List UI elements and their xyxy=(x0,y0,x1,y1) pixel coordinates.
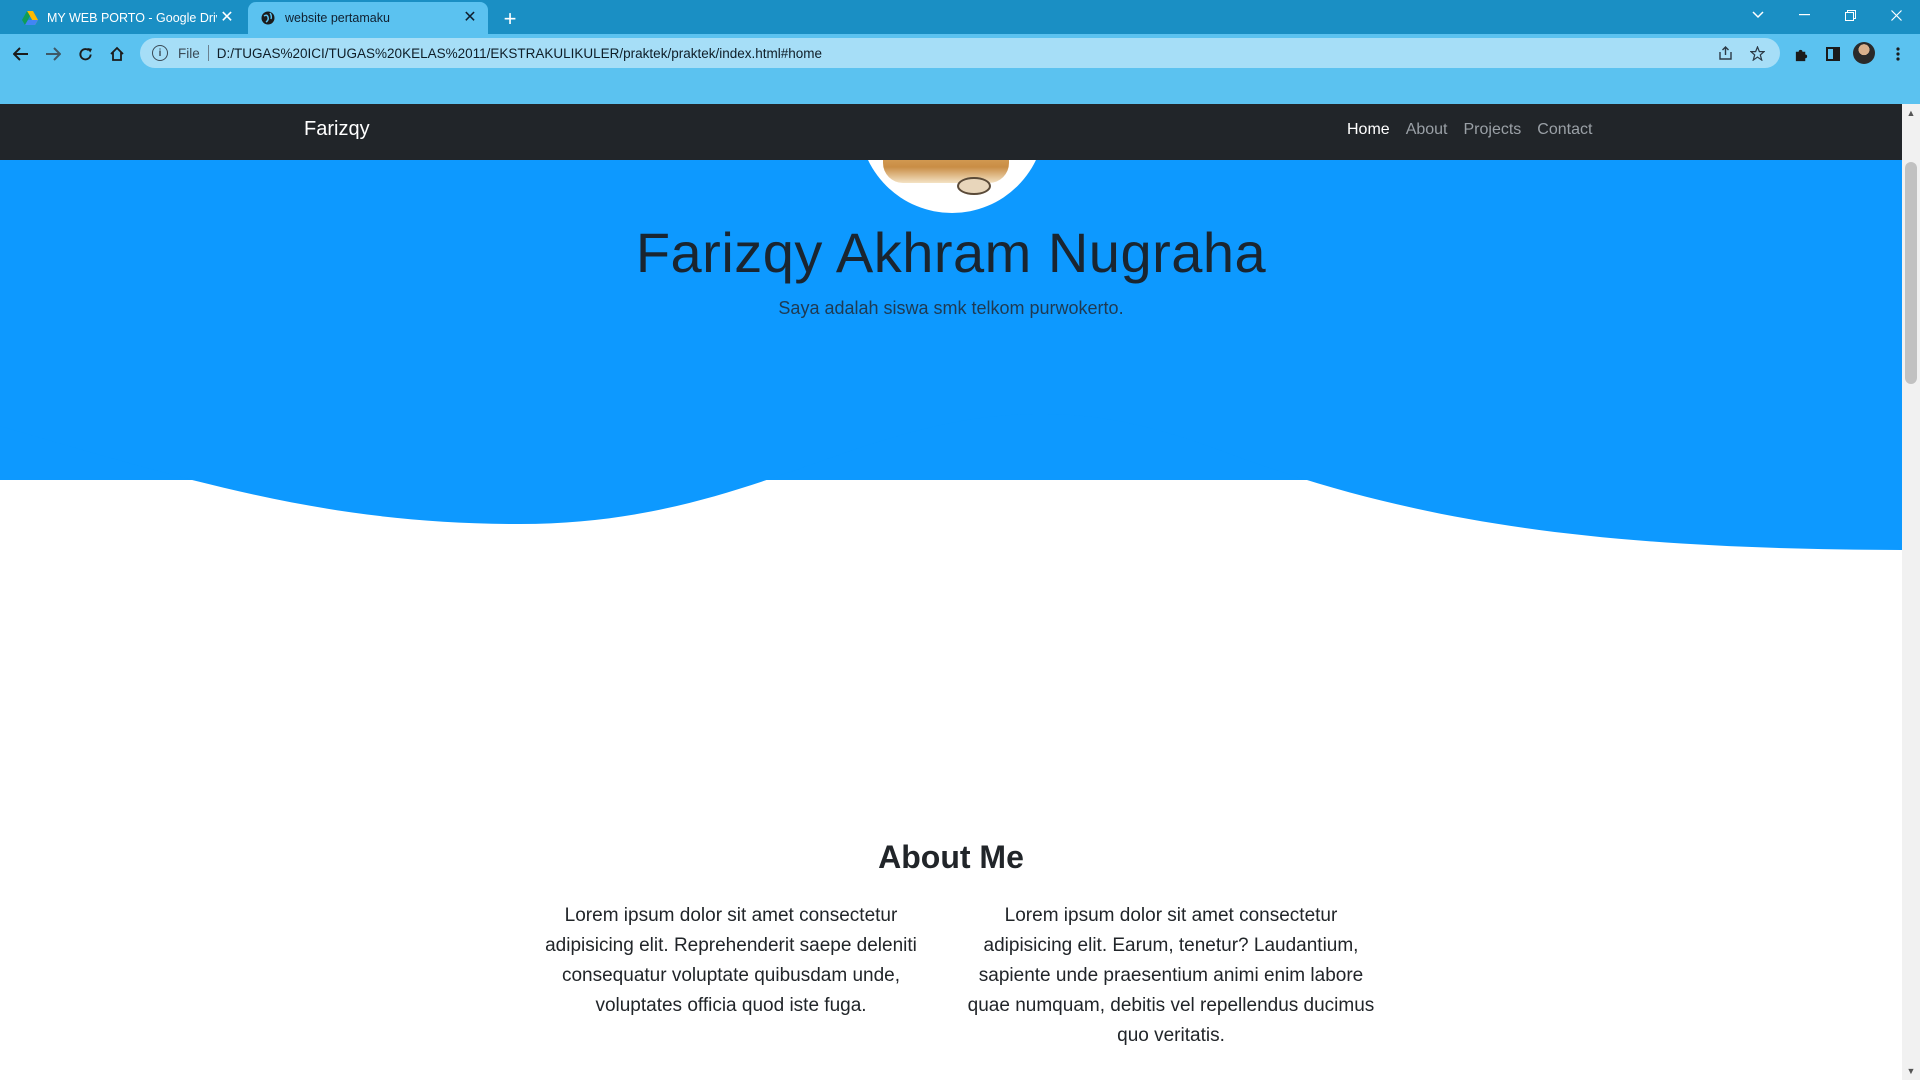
restore-icon[interactable] xyxy=(1828,0,1872,30)
new-tab-button[interactable]: + xyxy=(496,5,524,33)
hero-title: Farizqy Akhram Nugraha xyxy=(635,221,1267,284)
close-tab-icon[interactable]: ✕ xyxy=(217,8,237,28)
side-panel-icon[interactable] xyxy=(1818,39,1848,69)
nav-link-contact[interactable]: Contact xyxy=(1537,121,1592,139)
back-arrow-icon[interactable] xyxy=(6,39,36,69)
scroll-down-arrow-icon[interactable]: ▼ xyxy=(1902,1062,1920,1080)
about-paragraph-left: Lorem ipsum dolor sit amet consectetur a… xyxy=(545,905,917,1016)
browser-toolbar: i File D:/TUGAS%20ICI/TUGAS%20KELAS%2011… xyxy=(0,34,1920,104)
google-drive-icon xyxy=(22,10,38,26)
url-text[interactable]: D:/TUGAS%20ICI/TUGAS%20KELAS%2011/EKSTRA… xyxy=(217,46,822,61)
menu-kebab-icon[interactable] xyxy=(1883,39,1913,69)
info-icon[interactable]: i xyxy=(152,45,168,61)
tab-search-icon[interactable] xyxy=(1736,0,1780,30)
nav-link-home[interactable]: Home xyxy=(1347,121,1390,139)
hero-wave xyxy=(0,374,1902,550)
tab-google-drive[interactable]: MY WEB PORTO - Google Drive ✕ xyxy=(10,2,245,34)
globe-icon xyxy=(260,10,276,26)
reload-icon[interactable] xyxy=(70,39,100,69)
site-brand[interactable]: Farizqy xyxy=(304,118,370,141)
nav-link-projects[interactable]: Projects xyxy=(1464,121,1522,139)
scroll-up-arrow-icon[interactable]: ▲ xyxy=(1902,104,1920,122)
address-bar[interactable]: i File D:/TUGAS%20ICI/TUGAS%20KELAS%2011… xyxy=(140,38,1780,68)
site-navbar: Farizqy Home About Projects Contact xyxy=(0,104,1902,160)
close-tab-icon[interactable]: ✕ xyxy=(460,8,480,28)
url-divider xyxy=(207,45,209,61)
tab-title: MY WEB PORTO - Google Drive xyxy=(47,11,217,25)
about-paragraph-right: Lorem ipsum dolor sit amet consectetur a… xyxy=(967,905,1375,1046)
tab-strip: MY WEB PORTO - Google Drive ✕ website pe… xyxy=(0,0,1920,34)
dog-paw xyxy=(957,177,991,195)
page-viewport: Farizqy Akhram Nugraha Saya adalah siswa… xyxy=(0,104,1920,1080)
about-heading: About Me xyxy=(878,839,1024,875)
home-icon[interactable] xyxy=(102,39,132,69)
extensions-puzzle-icon[interactable] xyxy=(1786,39,1816,69)
profile-avatar[interactable] xyxy=(1853,42,1875,64)
site-nav-links: Home About Projects Contact xyxy=(1347,121,1592,139)
tab-title: website pertamaku xyxy=(285,11,390,25)
close-window-icon[interactable] xyxy=(1874,0,1918,30)
share-icon[interactable] xyxy=(1710,38,1740,68)
minimize-icon[interactable] xyxy=(1782,0,1826,30)
hero-subtitle: Saya adalah siswa smk telkom purwokerto. xyxy=(778,298,1124,318)
url-scheme-label: File xyxy=(178,45,200,61)
nav-link-about[interactable]: About xyxy=(1406,121,1448,139)
page-scrollbar[interactable]: ▲ ▼ xyxy=(1902,104,1920,1080)
tab-website-pertamaku[interactable]: website pertamaku ✕ xyxy=(248,2,488,34)
forward-arrow-icon[interactable] xyxy=(38,39,68,69)
scroll-thumb[interactable] xyxy=(1905,162,1917,384)
bookmark-star-icon[interactable] xyxy=(1742,38,1772,68)
